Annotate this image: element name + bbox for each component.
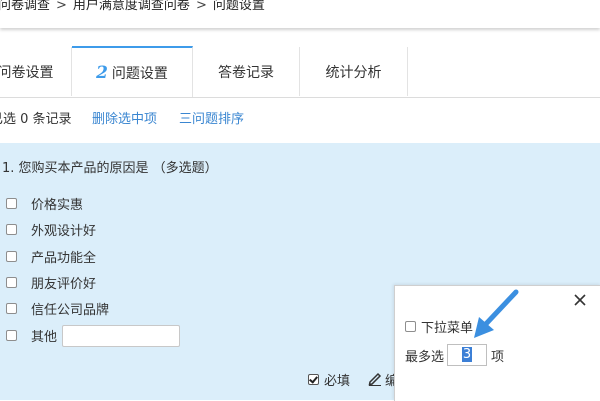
- dropdown-toggle[interactable]: 下拉菜单: [405, 317, 473, 336]
- pencil-icon[interactable]: [368, 370, 382, 386]
- toolbar: 已选 0 条记录 删除选中项 三问题排序: [0, 106, 600, 134]
- tab-number: 2: [96, 62, 108, 83]
- delete-selected-link[interactable]: 删除选中项: [92, 106, 157, 134]
- max-select-input[interactable]: 3: [447, 344, 488, 366]
- breadcrumb-item-current: 问题设置: [212, 0, 265, 13]
- max-suffix: 项: [491, 349, 505, 365]
- tab-bar: 问卷设置 2 问题设置 答卷记录 统计分析: [0, 46, 600, 98]
- option-label: 价格实惠: [31, 197, 84, 213]
- option-label: 其他: [31, 329, 58, 345]
- max-select-value: 3: [461, 347, 473, 362]
- option-item[interactable]: 价格实惠: [6, 193, 83, 213]
- option-checkbox[interactable]: [6, 276, 17, 288]
- tab-statistics[interactable]: 统计分析: [300, 47, 408, 96]
- tab-question-settings[interactable]: 2 问题设置: [72, 46, 193, 97]
- selected-count: 已选 0 条记录: [0, 112, 72, 127]
- tab-answer-records[interactable]: 答卷记录: [193, 47, 300, 96]
- tab-label: 问卷设置: [0, 64, 54, 81]
- close-icon[interactable]: [573, 293, 587, 307]
- option-item[interactable]: 产品功能全: [6, 246, 96, 266]
- tab-label: 答卷记录: [218, 64, 274, 81]
- option-checkbox[interactable]: [6, 223, 17, 235]
- option-checkbox[interactable]: [6, 250, 17, 262]
- dropdown-label: 下拉菜单: [421, 321, 474, 336]
- option-label: 朋友评价好: [31, 276, 97, 292]
- other-option-input[interactable]: [62, 325, 180, 347]
- breadcrumb-item-questionnaire[interactable]: 用户满意度调查问卷: [73, 0, 190, 13]
- option-item[interactable]: 外观设计好: [6, 219, 96, 239]
- option-label: 信任公司品牌: [31, 302, 110, 318]
- max-select-row: 最多选 3 项: [405, 344, 504, 366]
- breadcrumb-separator: >: [195, 0, 207, 13]
- option-item-other[interactable]: 其他: [6, 325, 57, 345]
- option-item[interactable]: 信任公司品牌: [6, 298, 109, 318]
- breadcrumb-item-survey[interactable]: 问卷调查: [0, 0, 50, 13]
- tab-label: 统计分析: [325, 64, 382, 81]
- dropdown-checkbox[interactable]: [405, 321, 416, 332]
- required-label: 必填: [324, 374, 351, 389]
- max-prefix: 最多选: [405, 349, 445, 365]
- tab-survey-settings[interactable]: 问卷设置: [0, 47, 72, 96]
- required-toggle[interactable]: 必填: [308, 370, 350, 389]
- option-checkbox[interactable]: [6, 302, 17, 314]
- option-checkbox[interactable]: [6, 197, 17, 209]
- required-checkbox[interactable]: [308, 374, 319, 385]
- option-label: 外观设计好: [31, 223, 97, 239]
- question-title: 1. 您购买本产品的原因是 （多选题）: [2, 161, 218, 176]
- tab-label: 问题设置: [111, 65, 168, 82]
- sort-questions-link[interactable]: 三问题排序: [179, 106, 244, 134]
- option-item[interactable]: 朋友评价好: [6, 272, 96, 292]
- breadcrumb-separator: >: [56, 0, 67, 13]
- option-checkbox[interactable]: [6, 329, 17, 341]
- arrow-icon: [474, 289, 519, 338]
- option-label: 产品功能全: [31, 250, 97, 266]
- breadcrumb: 问卷调查 > 用户满意度调查问卷 > 问题设置: [0, 0, 600, 28]
